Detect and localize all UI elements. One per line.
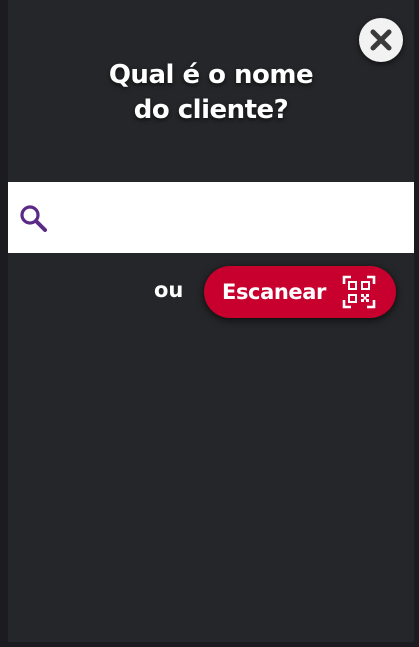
- customer-name-input[interactable]: [50, 182, 414, 253]
- qr-code-icon: [342, 275, 376, 309]
- or-label: ou: [154, 278, 184, 302]
- search-field[interactable]: [8, 182, 414, 253]
- scan-button-label: Escanear: [222, 280, 326, 304]
- page-title: Qual é o nome do cliente?: [108, 60, 314, 125]
- customer-name-modal: Qual é o nome do cliente? ou Escanear: [0, 0, 419, 647]
- scan-button[interactable]: Escanear: [204, 266, 396, 318]
- search-icon: [16, 201, 50, 235]
- close-button[interactable]: [359, 18, 403, 62]
- close-icon: [370, 29, 392, 51]
